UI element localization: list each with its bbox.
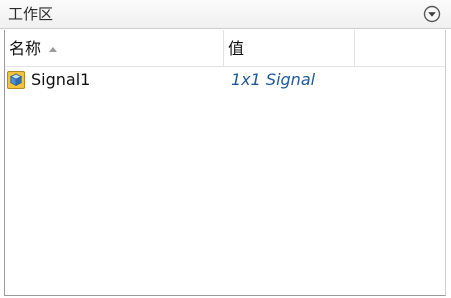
workspace-panel: 工作区 名称 值 Signal1 1x1 Signal [0,0,451,298]
panel-titlebar: 工作区 [0,0,451,29]
variable-value: 1x1 Signal [231,70,316,89]
cube-object-icon [7,71,25,89]
column-header-label: 名称 [9,39,42,58]
panel-menu-button[interactable] [423,5,441,23]
variable-name: Signal1 [31,70,91,89]
table-row[interactable]: Signal1 1x1 Signal [5,67,445,93]
table-header: 名称 值 [5,30,445,67]
column-header-extra[interactable] [355,30,445,67]
sort-ascending-icon [49,47,57,52]
chevron-down-circle-icon [423,5,441,23]
column-header-name[interactable]: 名称 [5,30,224,67]
workspace-table: 名称 值 Signal1 1x1 Signal [4,30,446,296]
column-header-label: 值 [228,39,245,58]
column-header-value[interactable]: 值 [224,30,355,67]
panel-title: 工作区 [8,5,54,23]
